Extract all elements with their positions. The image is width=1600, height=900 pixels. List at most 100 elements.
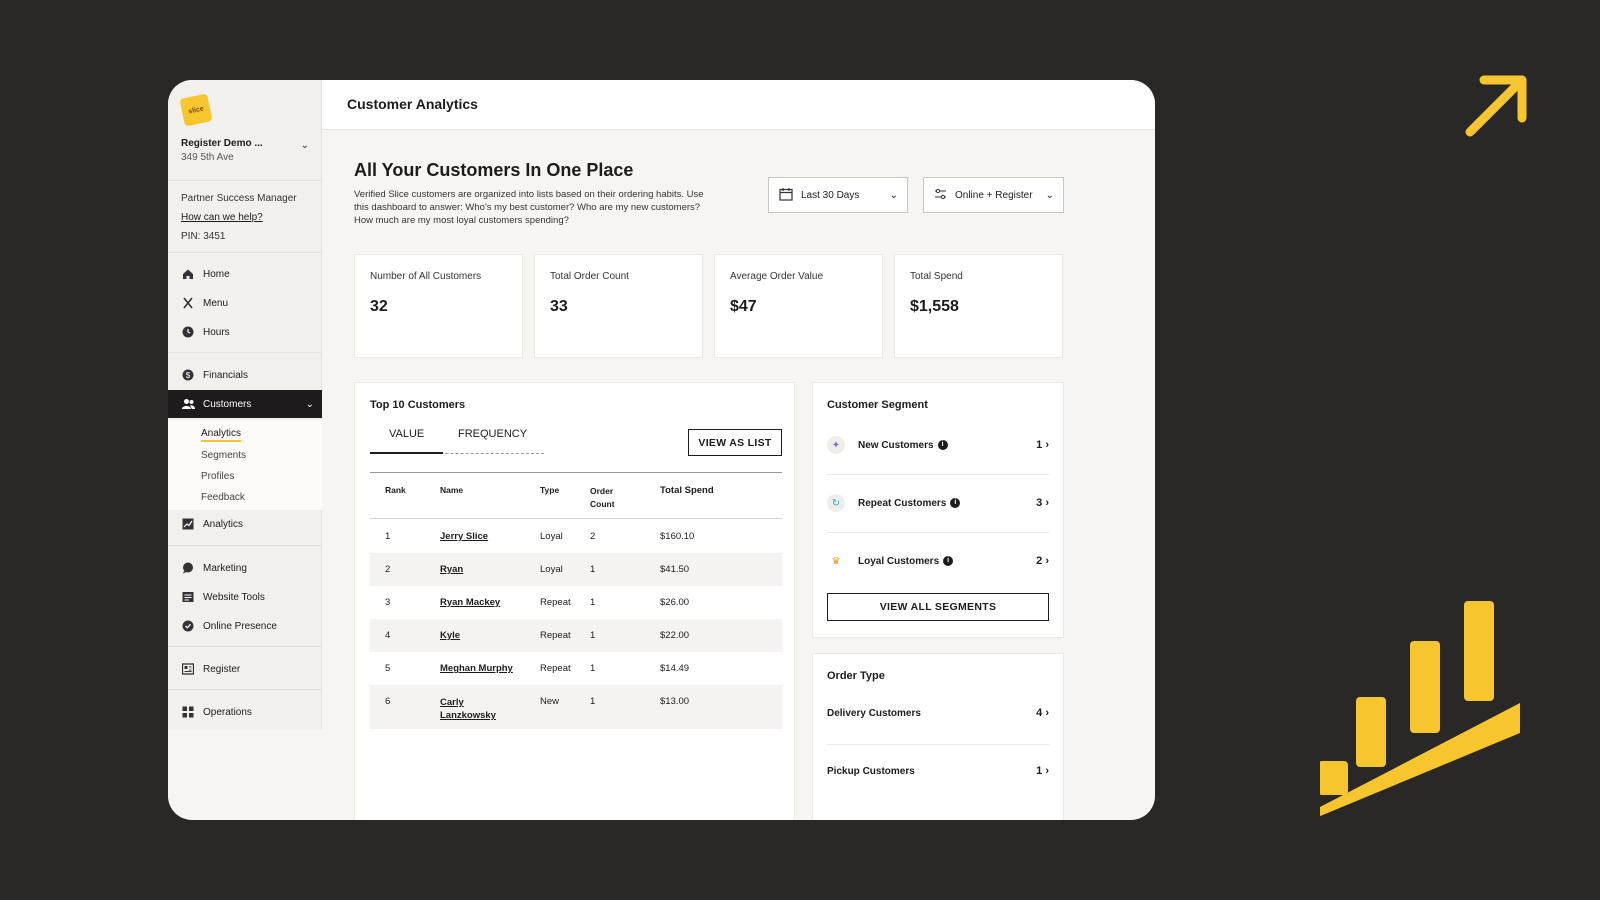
- chart-icon: [181, 517, 195, 531]
- nav-operations[interactable]: Operations: [168, 698, 322, 726]
- pin-text: PIN: 3451: [181, 231, 226, 242]
- order-type-label: Delivery Customers: [827, 708, 921, 719]
- segment-loyal[interactable]: ♛ Loyal Customers i 2 ›: [827, 533, 1049, 591]
- subnav-feedback[interactable]: Feedback: [201, 492, 245, 503]
- customer-name-link[interactable]: Ryan Mackey: [440, 597, 500, 608]
- svg-text:$: $: [186, 371, 191, 380]
- psm-label: Partner Success Manager: [181, 193, 297, 204]
- app-window: slice Register Demo ... 349 5th Ave ⌄ Pa…: [168, 80, 1155, 820]
- slice-logo[interactable]: slice: [179, 93, 213, 127]
- cell-rank: 4: [385, 630, 391, 641]
- stat-card-aov: Average Order Value $47: [714, 254, 883, 358]
- nav-home[interactable]: Home: [168, 260, 322, 288]
- customer-segment-panel: Customer Segment ✦ New Customers i 1 › ↻ …: [812, 382, 1064, 638]
- nav-marketing[interactable]: Marketing: [168, 554, 322, 582]
- users-icon: [181, 397, 195, 411]
- customer-name-link[interactable]: Meghan Murphy: [440, 663, 513, 674]
- page-title: Customer Analytics: [347, 96, 478, 112]
- psm-block: Partner Success Manager How can we help?…: [181, 189, 297, 246]
- subnav-segments[interactable]: Segments: [201, 450, 246, 461]
- divider: [168, 689, 322, 690]
- nav-label: Operations: [203, 706, 252, 718]
- segment-label: Repeat Customers: [858, 498, 947, 509]
- nav-online-presence[interactable]: Online Presence: [168, 612, 322, 640]
- stat-label: Number of All Customers: [370, 271, 482, 282]
- calendar-icon: [779, 187, 793, 204]
- stat-value: 32: [370, 298, 388, 315]
- col-total-spend: Total Spend: [660, 485, 714, 496]
- stat-label: Average Order Value: [730, 271, 824, 282]
- view-all-segments-button[interactable]: VIEW ALL SEGMENTS: [827, 593, 1049, 621]
- tab-value[interactable]: VALUE: [389, 428, 424, 440]
- nav-label: Customers: [203, 398, 252, 410]
- stat-value: $1,558: [910, 298, 959, 315]
- panel-title: Order Type: [827, 670, 885, 682]
- cell-spend: $26.00: [660, 597, 690, 608]
- col-rank: Rank: [385, 485, 406, 495]
- cell-spend: $14.49: [660, 663, 690, 674]
- stat-value: $47: [730, 298, 757, 315]
- nav-customers[interactable]: Customers ⌄: [168, 390, 322, 418]
- check-circle-icon: [181, 619, 195, 633]
- repeat-icon: ↻: [827, 494, 845, 512]
- nav-financials[interactable]: $ Financials: [168, 361, 322, 389]
- help-link[interactable]: How can we help?: [181, 208, 297, 227]
- customer-name-link[interactable]: Jerry Slice: [440, 531, 488, 542]
- subnav-profiles[interactable]: Profiles: [201, 471, 234, 482]
- cell-type: Repeat: [540, 597, 571, 608]
- crown-icon: ♛: [827, 552, 845, 570]
- date-range-dropdown[interactable]: Last 30 Days ⌄: [768, 177, 908, 213]
- order-type-count: 1: [1036, 765, 1043, 777]
- chevron-down-icon: ⌄: [889, 189, 898, 201]
- segment-count: 1: [1036, 439, 1043, 451]
- filter-icon: [934, 188, 947, 203]
- info-icon[interactable]: i: [943, 556, 954, 567]
- col-type: Type: [540, 485, 560, 495]
- date-range-label: Last 30 Days: [801, 189, 860, 201]
- panel-title: Customer Segment: [827, 399, 928, 411]
- col-order-count: Order Count: [590, 486, 615, 509]
- customer-name-link[interactable]: Carly Lanzkowsky: [440, 696, 504, 722]
- nav-label: Analytics: [203, 518, 244, 530]
- segment-new[interactable]: ✦ New Customers i 1 ›: [827, 417, 1049, 475]
- cell-count: 1: [590, 663, 596, 674]
- chevron-right-icon: ›: [1045, 765, 1049, 777]
- nav-label: Website Tools: [203, 591, 265, 603]
- info-icon[interactable]: i: [937, 440, 948, 451]
- utensils-icon: [181, 296, 195, 310]
- chevron-down-icon[interactable]: ⌄: [301, 140, 309, 151]
- cell-spend: $160.10: [660, 531, 695, 542]
- arrow-up-right-icon: [1465, 75, 1527, 137]
- top-customers-panel: Top 10 Customers VALUE FREQUENCY VIEW AS…: [354, 382, 795, 820]
- chat-icon: [181, 561, 195, 575]
- order-type-delivery[interactable]: Delivery Customers 4 ›: [827, 688, 1049, 745]
- customer-name-link[interactable]: Ryan: [440, 564, 463, 575]
- nav-analytics[interactable]: Analytics: [168, 510, 322, 538]
- tab-frequency[interactable]: FREQUENCY: [458, 428, 527, 440]
- table-row: 6 Carly Lanzkowsky New 1 $13.00: [370, 685, 782, 729]
- stat-card-spend: Total Spend $1,558: [894, 254, 1063, 358]
- cell-rank: 6: [385, 696, 391, 707]
- customer-name-link[interactable]: Kyle: [440, 630, 460, 641]
- panel-title: Top 10 Customers: [370, 399, 466, 411]
- view-as-list-button[interactable]: VIEW AS LIST: [688, 429, 782, 456]
- order-type-count: 4: [1036, 707, 1043, 719]
- cell-type: Repeat: [540, 663, 571, 674]
- nav-register[interactable]: Register: [168, 655, 322, 683]
- info-icon[interactable]: i: [950, 498, 961, 509]
- nav-hours[interactable]: Hours: [168, 318, 322, 346]
- clock-icon: [181, 325, 195, 339]
- table-row: 5 Meghan Murphy Repeat 1 $14.49: [370, 652, 782, 685]
- nav-menu[interactable]: Menu: [168, 289, 322, 317]
- nav-label: Financials: [203, 369, 249, 381]
- segment-repeat[interactable]: ↻ Repeat Customers i 3 ›: [827, 475, 1049, 533]
- chevron-down-icon: ⌄: [305, 398, 314, 410]
- order-type-pickup[interactable]: Pickup Customers 1 ›: [827, 746, 1049, 803]
- nav-website-tools[interactable]: Website Tools: [168, 583, 322, 611]
- cell-spend: $22.00: [660, 630, 690, 641]
- cell-spend: $41.50: [660, 564, 690, 575]
- cell-rank: 3: [385, 597, 391, 608]
- store-switcher[interactable]: Register Demo ... 349 5th Ave ⌄: [181, 138, 311, 163]
- channel-dropdown[interactable]: Online + Register ⌄: [923, 177, 1064, 213]
- subnav-analytics[interactable]: Analytics: [201, 428, 242, 442]
